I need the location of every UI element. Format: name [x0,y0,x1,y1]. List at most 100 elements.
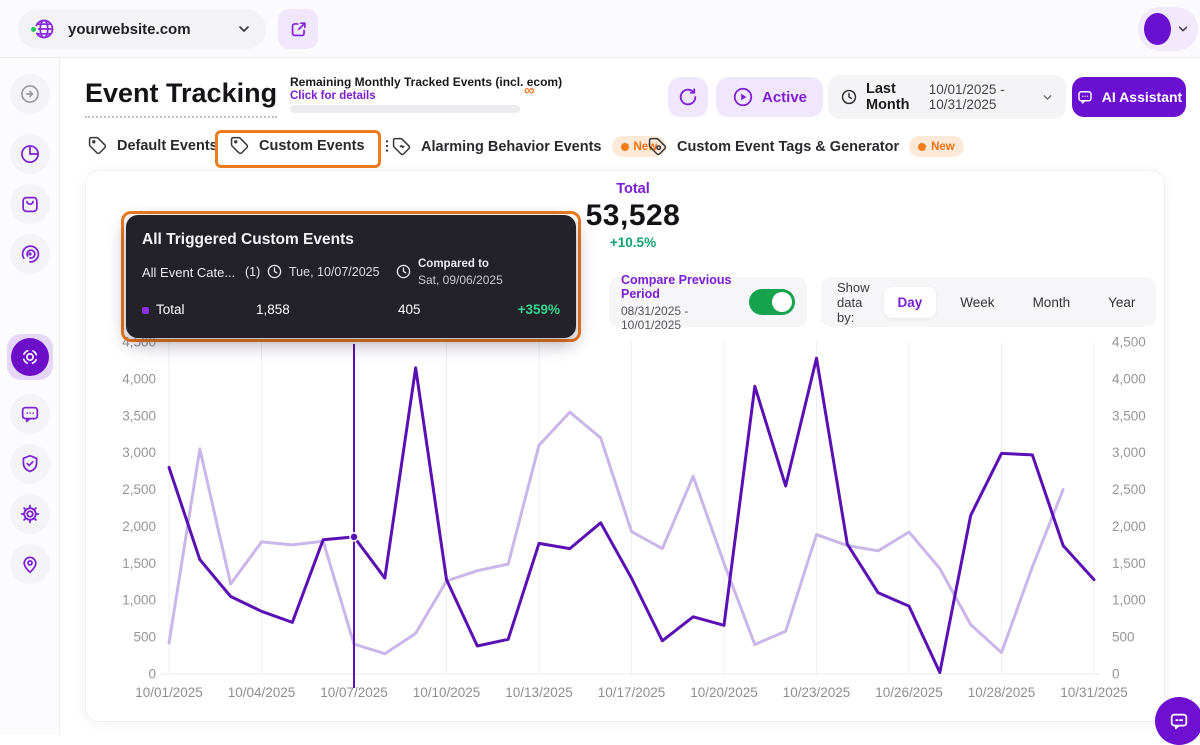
y-axis-label-right: 3,000 [1112,445,1146,460]
location-pin-icon [19,553,41,575]
gear-icon [19,503,41,525]
sidebar-item-behavior[interactable] [10,234,50,274]
tracking-status-button[interactable]: Active [716,77,823,117]
x-axis-label: 10/13/2025 [505,685,573,700]
ai-assistant-button[interactable]: AI Assistant [1072,77,1186,117]
y-axis-label-left: 1,000 [122,593,156,608]
x-axis-label: 10/31/2025 [1060,685,1128,700]
tag-generator-icon [648,137,667,156]
open-website-button[interactable] [278,9,318,49]
chevron-down-icon [1041,91,1054,104]
infinity-icon: ∞ [524,82,535,99]
events-quota-progress [290,105,520,113]
sidebar-item-feedback[interactable] [10,394,50,434]
refresh-icon [678,87,698,107]
show-data-by-label: Show data by: [837,280,870,325]
tooltip-compared-date: Sat, 09/06/2025 [418,273,503,287]
y-axis-label-left: 3,500 [122,408,156,423]
period-label: Last Month [866,81,921,113]
y-axis-label-right: 2,000 [1112,519,1146,534]
x-axis-label: 10/17/2025 [598,685,666,700]
sidebar-item-privacy[interactable] [10,444,50,484]
new-badge: New [909,136,964,157]
granularity-year[interactable]: Year [1094,287,1149,318]
website-status-dot [29,25,38,34]
tooltip-change: +359% [518,302,560,317]
granularity-control: Show data by: Day Week Month Year [821,277,1156,327]
y-axis-label-right: 500 [1112,630,1135,645]
tracking-status-label: Active [762,89,807,106]
compare-toggle[interactable] [749,289,795,315]
granularity-week[interactable]: Week [946,287,1008,318]
y-axis-label-left: 1,500 [122,556,156,571]
y-axis-label-right: 4,000 [1112,371,1146,386]
events-line-chart[interactable]: 005005001,0001,0001,5001,5002,0002,0002,… [94,331,1158,721]
clock-icon [840,88,858,106]
y-axis-label-left: 3,000 [122,445,156,460]
granularity-month[interactable]: Month [1019,287,1085,318]
sidebar-item-dashboard[interactable] [10,134,50,174]
x-axis-label: 10/04/2025 [228,685,296,700]
tab-custom-event-tags-generator[interactable]: Custom Event Tags & Generator New [648,136,964,157]
granularity-day[interactable]: Day [884,287,937,318]
radar-arcs-icon [19,243,41,265]
y-axis-label-left: 0 [148,667,156,682]
refresh-button[interactable] [668,77,708,117]
compare-previous-period-control: Compare Previous Period 08/31/2025 - 10/… [609,277,807,327]
badge-dot [621,143,629,151]
website-globe-icon [32,17,56,41]
tooltip-series-dot [142,307,149,314]
account-menu[interactable] [1138,7,1198,51]
tab-custom-events[interactable]: Custom Events [230,136,395,155]
event-tracking-card: Total 53,528 +10.5% Compare Previous Per… [85,170,1165,722]
tab-alarming-behavior-events[interactable]: Alarming Behavior Events New [392,136,666,157]
sidebar-item-ecommerce[interactable] [10,184,50,224]
y-axis-label-left: 4,000 [122,371,156,386]
period-range: 10/01/2025 - 10/31/2025 [929,82,1033,112]
tooltip-current-value: 1,858 [256,302,290,317]
y-axis-label-right: 4,500 [1112,335,1146,350]
avatar [1144,13,1171,45]
tab-default-events[interactable]: Default Events [88,136,218,155]
y-axis-label-left: 2,000 [122,519,156,534]
y-axis-label-right: 1,000 [1112,593,1146,608]
date-range-selector[interactable]: Last Month 10/01/2025 - 10/31/2025 [828,75,1066,119]
remaining-events-details-link[interactable]: Click for details [290,90,376,102]
chevron-down-icon [1176,22,1190,36]
tooltip-series-label: Total [156,302,185,317]
tag-alert-icon [392,137,411,156]
y-axis-label-left: 500 [133,630,156,645]
tooltip-title: All Triggered Custom Events [142,231,354,249]
shopping-bag-icon [19,193,41,215]
website-selector[interactable]: yourwebsite.com [18,9,266,49]
tooltip-category: All Event Cate... [142,265,235,280]
summary-total-label: Total [533,181,733,197]
sidebar-item-settings[interactable] [10,494,50,534]
y-axis-label-left: 2,500 [122,482,156,497]
sidebar-item-collapse[interactable] [10,74,50,114]
enter-arrow-icon [19,83,41,105]
chart-tooltip: All Triggered Custom Events All Event Ca… [126,215,576,338]
chat-bubble-icon [19,403,41,425]
x-axis-label: 10/28/2025 [968,685,1036,700]
event-target-icon [19,346,41,368]
tag-icon [88,136,107,155]
x-axis-label: 10/10/2025 [413,685,481,700]
play-circle-icon [732,86,754,108]
support-chat-button[interactable] [1155,697,1200,745]
tooltip-compared-label: Compared to [418,258,489,270]
x-axis-label: 10/20/2025 [690,685,758,700]
x-axis-label: 10/23/2025 [783,685,851,700]
topbar: yourwebsite.com [0,0,1200,58]
sidebar-item-event-tracking[interactable] [7,334,53,380]
hover-marker [350,533,358,541]
ai-chat-icon [1076,88,1094,106]
badge-dot [918,143,926,151]
sidebar-item-visitor-location[interactable] [10,544,50,584]
pie-chart-icon [19,143,41,165]
chat-bubble-icon [1168,710,1190,732]
x-axis-label: 10/01/2025 [135,685,203,700]
y-axis-label-right: 1,500 [1112,556,1146,571]
chevron-down-icon [236,21,252,37]
compare-label: Compare Previous Period [621,273,739,301]
